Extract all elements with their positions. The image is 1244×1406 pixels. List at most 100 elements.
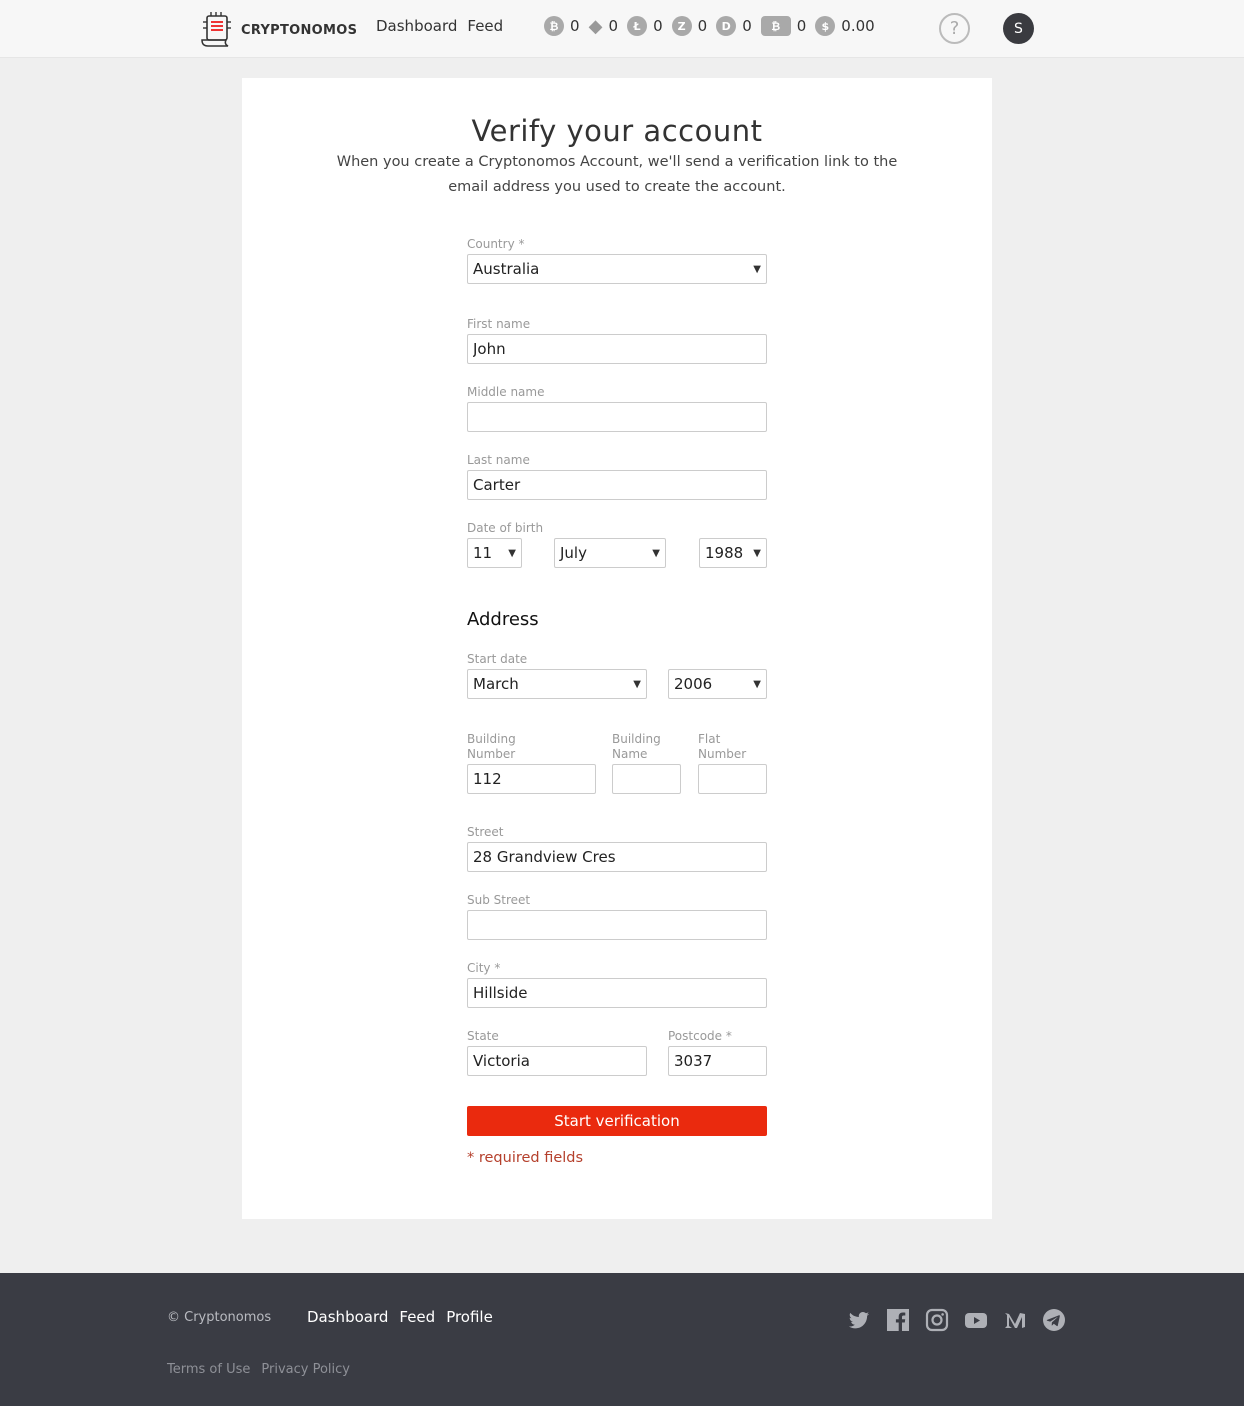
street-field[interactable] [467, 842, 767, 872]
postcode-label: Postcode * [668, 1029, 732, 1043]
sub-street-field[interactable] [467, 910, 767, 940]
building-number-label-line2: Number [467, 747, 516, 761]
youtube-icon[interactable] [964, 1308, 988, 1332]
telegram-icon[interactable] [1042, 1308, 1066, 1332]
balances: ₿ 0 ◆ 0 Ł 0 Z 0 D 0 ₿ 0 $ 0.00 [544, 15, 884, 37]
building-number-field[interactable] [467, 764, 596, 794]
logo[interactable]: CRYPTONOMOS [198, 10, 357, 48]
nav-dashboard[interactable]: Dashboard [376, 17, 457, 35]
start-month-value: March [473, 675, 519, 693]
balance-eth[interactable]: ◆ 0 [588, 15, 619, 37]
start-year-value: 2006 [674, 675, 713, 693]
balance-zec[interactable]: Z 0 [671, 16, 708, 36]
address-heading: Address [467, 609, 539, 630]
footer-links: Terms of Use Privacy Policy [167, 1362, 350, 1377]
building-name-label-line2: Name [612, 747, 648, 761]
chevron-down-icon: ▼ [508, 547, 516, 559]
balance-dash[interactable]: D 0 [716, 16, 752, 36]
footer: © Cryptonomos Dashboard Feed Profile Ter… [0, 1273, 1244, 1406]
ethereum-icon: ◆ [588, 15, 603, 37]
city-field[interactable] [467, 978, 767, 1008]
balance-value: 0.00 [841, 17, 875, 35]
bitcoin-icon: ₿ [544, 16, 564, 36]
zcash-icon: Z [671, 16, 692, 36]
first-name-field[interactable] [467, 334, 767, 364]
footer-nav-feed[interactable]: Feed [399, 1308, 435, 1326]
instagram-icon[interactable] [925, 1308, 949, 1332]
balance-value: 0 [796, 17, 807, 35]
middle-name-field[interactable] [467, 402, 767, 432]
footer-nav-dashboard[interactable]: Dashboard [307, 1308, 388, 1326]
building-number-label: Building Number [467, 732, 516, 762]
chevron-down-icon: ▼ [652, 547, 660, 559]
dob-year-select[interactable]: 1988 ▼ [699, 538, 767, 568]
last-name-label: Last name [467, 453, 530, 467]
balance-bch[interactable]: ₿ 0 [760, 16, 807, 36]
footer-nav: Dashboard Feed Profile [307, 1308, 493, 1326]
dob-label: Date of birth [467, 521, 544, 535]
balance-value: 0 [697, 17, 708, 35]
dob-day-select[interactable]: 11 ▼ [467, 538, 522, 568]
country-value: Australia [473, 260, 540, 278]
middle-name-label: Middle name [467, 385, 545, 399]
logo-text: CRYPTONOMOS [241, 23, 358, 38]
street-label: Street [467, 825, 504, 839]
logo-icon [201, 12, 231, 47]
state-label: State [467, 1029, 499, 1043]
sub-street-label: Sub Street [467, 893, 531, 907]
start-month-select[interactable]: March ▼ [467, 669, 647, 699]
balance-usd[interactable]: $ 0.00 [815, 16, 875, 36]
privacy-link[interactable]: Privacy Policy [261, 1362, 350, 1377]
footer-nav-profile[interactable]: Profile [446, 1308, 493, 1326]
first-name-label: First name [467, 317, 531, 331]
facebook-icon[interactable] [886, 1308, 910, 1332]
chevron-down-icon: ▼ [633, 678, 641, 690]
balance-value: 0 [570, 17, 580, 35]
flat-number-field[interactable] [698, 764, 767, 794]
state-field[interactable] [467, 1046, 647, 1076]
copyright: © Cryptonomos [167, 1310, 272, 1325]
start-verification-button[interactable]: Start verification [467, 1106, 767, 1136]
start-year-select[interactable]: 2006 ▼ [668, 669, 767, 699]
flat-number-label-line2: Number [698, 747, 747, 761]
building-name-field[interactable] [612, 764, 681, 794]
avatar[interactable]: S [1003, 13, 1034, 44]
balance-value: 0 [653, 17, 663, 35]
medium-icon[interactable] [1003, 1308, 1027, 1332]
chevron-down-icon: ▼ [753, 263, 761, 275]
start-date-label: Start date [467, 652, 528, 666]
building-number-label-line1: Building [467, 732, 516, 746]
top-header: CRYPTONOMOS Dashboard Feed ₿ 0 ◆ 0 Ł 0 Z… [0, 0, 1244, 58]
dash-icon: D [716, 16, 737, 36]
dob-day-value: 11 [473, 544, 493, 562]
nav-feed[interactable]: Feed [467, 17, 503, 35]
balance-ltc[interactable]: Ł 0 [627, 16, 663, 36]
last-name-field[interactable] [467, 470, 767, 500]
header-nav: Dashboard Feed [376, 17, 503, 35]
country-label: Country * [467, 237, 525, 251]
dob-month-value: July [560, 544, 587, 562]
postcode-field[interactable] [668, 1046, 767, 1076]
litecoin-icon: Ł [627, 16, 648, 36]
building-name-label: Building Name [612, 732, 661, 762]
bitcoin-cash-icon: ₿ [760, 16, 791, 36]
flat-number-label-line1: Flat [698, 732, 721, 746]
balance-btc[interactable]: ₿ 0 [544, 16, 580, 36]
chevron-down-icon: ▼ [753, 678, 761, 690]
dob-month-select[interactable]: July ▼ [554, 538, 666, 568]
social-links [847, 1308, 1066, 1332]
required-fields-note: * required fields [467, 1150, 584, 1166]
balance-value: 0 [608, 17, 619, 35]
country-select[interactable]: Australia ▼ [467, 254, 767, 284]
verify-card: Verify your account When you create a Cr… [242, 78, 992, 1219]
flat-number-label: Flat Number [698, 732, 746, 762]
balance-value: 0 [742, 17, 752, 35]
chevron-down-icon: ▼ [753, 547, 761, 559]
page-subtitle: When you create a Cryptonomos Account, w… [336, 154, 898, 195]
page-title: Verify your account [471, 114, 763, 148]
city-label: City * [467, 961, 501, 975]
help-button[interactable]: ? [939, 13, 970, 44]
terms-link[interactable]: Terms of Use [167, 1362, 250, 1377]
twitter-icon[interactable] [847, 1308, 871, 1332]
dollar-icon: $ [815, 16, 836, 36]
